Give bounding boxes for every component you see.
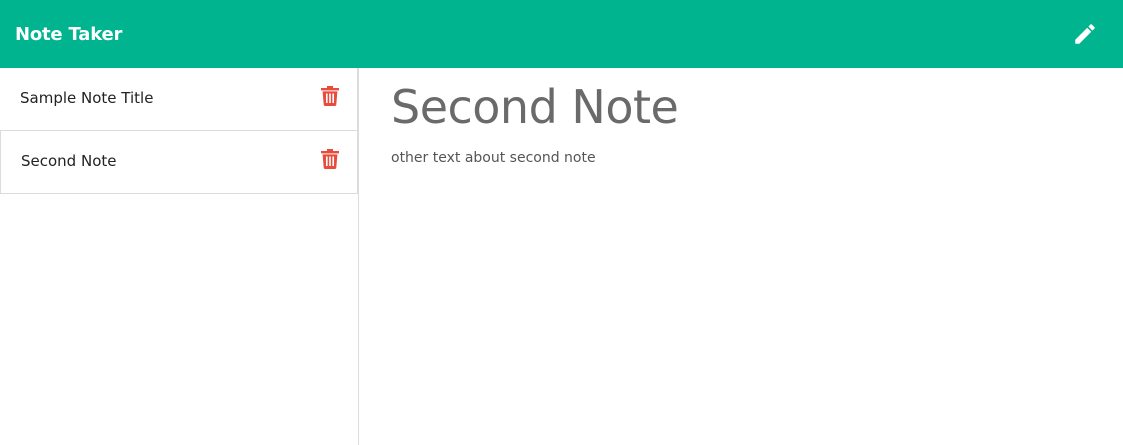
note-text[interactable]: other text about second note xyxy=(391,150,1091,166)
note-item-title: Sample Note Title xyxy=(20,89,154,107)
trash-icon xyxy=(321,86,339,106)
navbar: Note Taker xyxy=(0,0,1123,68)
delete-note-button[interactable] xyxy=(321,148,339,170)
new-note-button[interactable] xyxy=(1071,20,1099,48)
app-title[interactable]: Note Taker xyxy=(15,24,122,45)
delete-note-button[interactable] xyxy=(321,85,339,107)
note-editor: Second Note other text about second note xyxy=(391,68,1091,166)
note-item-title: Second Note xyxy=(21,152,117,170)
note-title[interactable]: Second Note xyxy=(391,80,1091,134)
pencil-icon xyxy=(1075,24,1095,44)
list-item-sample-note[interactable]: Sample Note Title xyxy=(0,68,358,131)
list-item-second-note[interactable]: Second Note xyxy=(0,131,358,194)
trash-icon xyxy=(321,149,339,169)
note-list: Sample Note Title Second Note xyxy=(0,68,358,194)
note-list-sidebar: Sample Note Title Second Note xyxy=(0,68,359,445)
